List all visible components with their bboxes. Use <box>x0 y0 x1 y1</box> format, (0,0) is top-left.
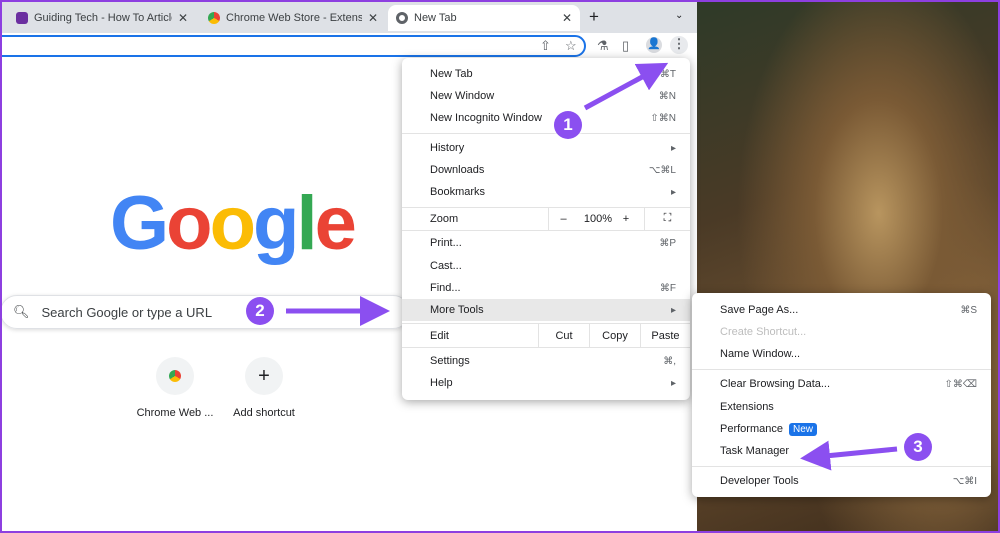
step-2-badge: 2 <box>246 297 274 325</box>
step-3-badge: 3 <box>904 433 932 461</box>
annotation-arrows <box>286 62 898 471</box>
step-1-badge: 1 <box>554 111 582 139</box>
arrow-1 <box>583 62 669 111</box>
arrow-3 <box>800 440 898 471</box>
